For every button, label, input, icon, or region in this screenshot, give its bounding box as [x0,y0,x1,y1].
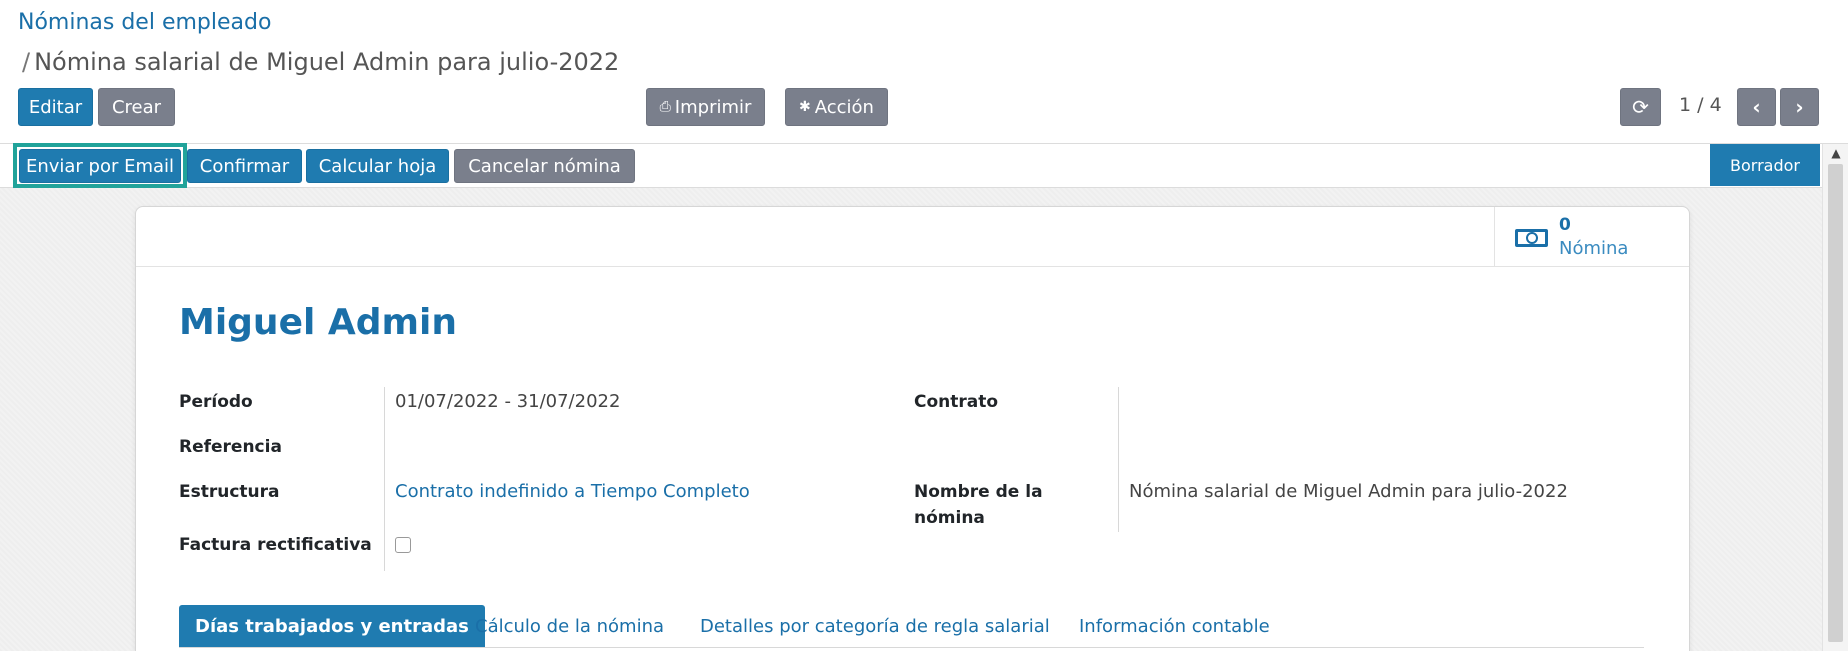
printer-icon: ⎙ [659,99,671,115]
send-email-button[interactable]: Enviar por Email [19,149,181,183]
field-separator-left [384,387,385,571]
structure-link[interactable]: Contrato indefinido a Tiempo Completo [395,481,750,502]
pager-value[interactable]: 1 / 4 [1679,94,1722,116]
tab-worked-days[interactable]: Días trabajados y entradas [179,605,485,647]
refresh-button[interactable]: ⟳ [1620,88,1661,126]
create-button[interactable]: Crear [98,88,175,126]
print-button[interactable]: ⎙ Imprimir [646,88,765,126]
breadcrumb-current-label: Nómina salarial de Miguel Admin para jul… [34,48,620,76]
period-value[interactable]: 01/07/2022 - 31/07/2022 [395,391,620,412]
employee-name[interactable]: Miguel Admin [179,302,457,343]
structure-label: Estructura [179,482,280,502]
vertical-scrollbar[interactable]: ▲ [1822,144,1848,651]
tab-salary-rule-details[interactable]: Detalles por categoría de regla salarial [700,605,1050,647]
smart-button-count: 0 [1559,215,1571,235]
payslip-smart-button[interactable]: 0 Nómina [1494,207,1689,267]
pager-next-button[interactable]: › [1780,88,1819,126]
action-label: Acción [814,96,874,118]
tab-payslip-computation[interactable]: Cálculo de la nómina [475,605,664,647]
refund-checkbox[interactable] [395,537,411,553]
scrollbar-thumb[interactable] [1828,164,1843,642]
payslip-name-label-line1: Nombre de la [914,482,1043,502]
field-separator-right [1118,387,1119,532]
print-label: Imprimir [674,96,752,118]
confirm-button[interactable]: Confirmar [187,149,302,183]
period-label: Período [179,392,253,412]
contract-label: Contrato [914,392,999,412]
action-button[interactable]: ✱ Acción [785,88,888,126]
smart-button-label: Nómina [1559,238,1629,259]
edit-button[interactable]: Editar [18,88,93,126]
breadcrumb-current: / Nómina salarial de Miguel Admin para ju… [22,48,619,76]
compute-sheet-button[interactable]: Calcular hoja [306,149,449,183]
pager-previous-button[interactable]: ‹ [1737,88,1776,126]
chevron-left-icon: ‹ [1752,95,1761,119]
refresh-icon: ⟳ [1632,95,1649,119]
chevron-right-icon: › [1795,95,1804,119]
breadcrumb-root-link[interactable]: Nóminas del empleado [18,10,271,35]
breadcrumb-separator: / [22,48,31,76]
tab-accounting-info[interactable]: Información contable [1079,605,1270,647]
button-box: 0 Nómina [136,207,1689,267]
refund-label: Factura rectificativa [179,535,372,555]
reference-label: Referencia [179,437,282,457]
cancel-payslip-button[interactable]: Cancelar nómina [454,149,635,183]
payslip-name-value[interactable]: Nómina salarial de Miguel Admin para jul… [1129,481,1568,502]
money-icon [1515,229,1548,247]
payslip-name-label-line2: nómina [914,508,985,528]
status-badge[interactable]: Borrador [1710,144,1820,186]
gear-icon: ✱ [799,99,811,115]
scroll-up-icon[interactable]: ▲ [1823,144,1848,162]
form-sheet: 0 Nómina Miguel Admin Período 01/07/2022… [135,206,1690,651]
tab-underline [179,647,1644,648]
